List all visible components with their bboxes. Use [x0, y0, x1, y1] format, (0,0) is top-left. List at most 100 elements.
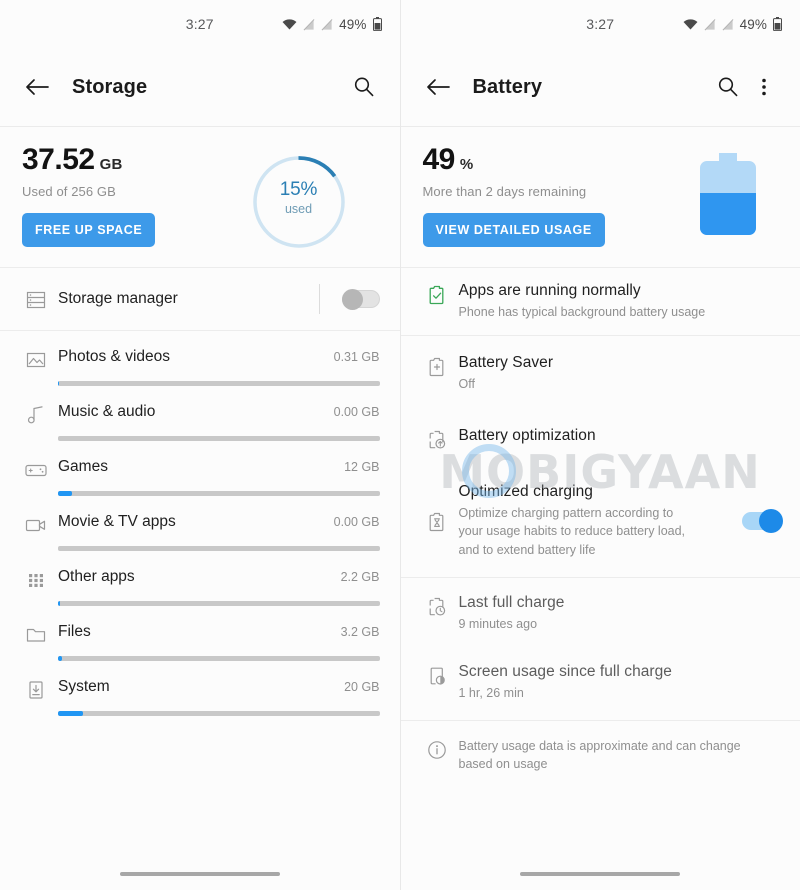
toggle-knob	[341, 289, 363, 310]
storage-manager-label: Storage manager	[58, 290, 178, 307]
dual-screenshot: 3:27 49% Storage 37.52 GB Used of 256 GB…	[0, 0, 800, 890]
storage-manager-separator	[318, 284, 320, 314]
home-indicator-battery[interactable]	[401, 872, 800, 876]
category-body: Games 12 GB	[58, 457, 380, 496]
battery-saver-title: Battery Saver	[458, 354, 554, 372]
progress-fill	[58, 656, 63, 661]
category-label: Other apps	[58, 568, 135, 585]
donut-caption: used	[284, 202, 313, 216]
category-value: 0.31 GB	[333, 350, 380, 364]
search-button[interactable]	[346, 69, 382, 105]
list-item-screen-usage[interactable]: Screen usage since full charge 1 hr, 26 …	[401, 649, 800, 720]
system-icon	[29, 681, 43, 699]
list-item[interactable]: System 20 GB	[0, 661, 400, 716]
storage-used-unit: GB	[99, 156, 123, 173]
category-icon-wrap	[14, 512, 58, 536]
list-item[interactable]: Files 3.2 GB	[0, 606, 400, 661]
status-body: Apps are running normally Phone has typi…	[459, 282, 781, 321]
category-value: 0.00 GB	[333, 405, 380, 419]
back-arrow-icon	[26, 79, 49, 95]
category-icon-wrap	[14, 622, 58, 646]
category-body: Music & audio 0.00 GB	[58, 402, 380, 441]
category-body: Movie & TV apps 0.00 GB	[58, 512, 380, 551]
list-item-last-full-charge[interactable]: Last full charge 9 minutes ago	[401, 578, 800, 649]
battery-ok-icon	[429, 285, 443, 305]
home-indicator-storage[interactable]	[0, 872, 400, 876]
battery-footer-note: Battery usage data is approximate and ca…	[401, 721, 800, 773]
donut-labels: 15% used	[250, 179, 348, 216]
category-progress-bar	[58, 711, 380, 716]
category-body: System 20 GB	[58, 677, 380, 716]
list-item-battery-saver[interactable]: Battery Saver Off	[401, 336, 800, 413]
screen-usage-subtitle: 1 hr, 26 min	[458, 685, 524, 700]
category-body: Photos & videos 0.31 GB	[58, 347, 380, 386]
screen-usage-icon	[430, 667, 445, 685]
category-value: 12 GB	[344, 460, 380, 474]
storage-manager-toggle[interactable]	[341, 289, 380, 310]
battery-status-row[interactable]: Apps are running normally Phone has typi…	[401, 268, 800, 335]
category-progress-bar	[58, 601, 380, 606]
toggle-knob	[759, 508, 783, 533]
category-value: 0.00 GB	[333, 515, 380, 529]
status-icons: 49%	[683, 17, 782, 32]
search-icon	[718, 77, 738, 97]
optimized-charging-icon-wrap	[415, 509, 459, 533]
games-icon	[25, 464, 47, 477]
storage-category-list: Photos & videos 0.31 GB Music & audio 0.…	[0, 331, 400, 716]
overflow-menu-button[interactable]	[746, 69, 782, 105]
last-charge-icon	[429, 597, 445, 616]
category-label: Movie & TV apps	[58, 513, 176, 530]
category-value: 3.2 GB	[340, 625, 380, 639]
status-bar-battery: 3:27 49%	[401, 0, 800, 48]
category-head: Photos & videos 0.31 GB	[58, 347, 380, 366]
list-item-optimized-charging[interactable]: Optimized charging Optimize charging pat…	[401, 471, 800, 576]
battery-saver-subtitle: Off	[458, 377, 475, 392]
list-item[interactable]: Photos & videos 0.31 GB	[0, 331, 400, 386]
search-button[interactable]	[710, 69, 746, 105]
screen-usage-icon-wrap	[415, 663, 459, 687]
category-head: Games 12 GB	[58, 457, 380, 476]
list-item[interactable]: Movie & TV apps 0.00 GB	[0, 496, 400, 551]
storage-used-value: 37.52	[22, 143, 95, 176]
battery-appbar: Battery	[401, 48, 800, 126]
list-item[interactable]: Other apps 2.2 GB	[0, 551, 400, 606]
back-button[interactable]	[18, 68, 56, 106]
info-icon	[427, 741, 446, 759]
music-icon	[27, 406, 43, 424]
category-label: System	[58, 678, 110, 695]
status-subtitle: Phone has typical background battery usa…	[458, 305, 706, 319]
screen-usage-body: Screen usage since full charge 1 hr, 26 …	[459, 663, 781, 702]
storage-manager-row[interactable]: Storage manager	[0, 268, 400, 330]
optimized-charging-body: Optimized charging Optimize charging pat…	[459, 483, 743, 558]
list-item[interactable]: Music & audio 0.00 GB	[0, 386, 400, 441]
free-up-space-button[interactable]: FREE UP SPACE	[22, 213, 156, 247]
movie-icon	[25, 519, 46, 532]
storage-appbar: Storage	[0, 48, 400, 126]
category-value: 20 GB	[344, 680, 380, 694]
progress-fill	[58, 491, 72, 496]
last-charge-title: Last full charge	[458, 593, 565, 611]
category-icon-wrap	[14, 457, 58, 481]
storage-manager-icon	[26, 291, 46, 309]
storage-donut: 15% used	[250, 153, 348, 251]
category-value: 2.2 GB	[340, 570, 380, 584]
list-item[interactable]: Games 12 GB	[0, 441, 400, 496]
last-charge-icon-wrap	[415, 594, 459, 618]
last-charge-subtitle: 9 minutes ago	[458, 616, 538, 631]
view-detailed-usage-button[interactable]: VIEW DETAILED USAGE	[422, 213, 605, 247]
list-item-battery-optimization[interactable]: Battery optimization	[401, 413, 800, 471]
last-charge-body: Last full charge 9 minutes ago	[459, 594, 781, 633]
footer-note-body: Battery usage data is approximate and ca…	[459, 737, 781, 773]
status-icon-wrap	[415, 282, 459, 306]
wifi-icon	[683, 18, 698, 30]
status-bar-storage: 3:27 49%	[0, 0, 400, 48]
optimized-charging-toggle[interactable]	[742, 508, 783, 533]
footer-note-text: Battery usage data is approximate and ca…	[458, 738, 741, 771]
progress-fill	[58, 711, 84, 716]
more-vertical-icon	[762, 78, 766, 96]
back-button[interactable]	[419, 68, 457, 106]
category-icon-wrap	[14, 402, 58, 426]
page-title: Storage	[72, 75, 148, 98]
optimized-charging-icon	[429, 512, 443, 532]
home-bar	[520, 872, 681, 876]
